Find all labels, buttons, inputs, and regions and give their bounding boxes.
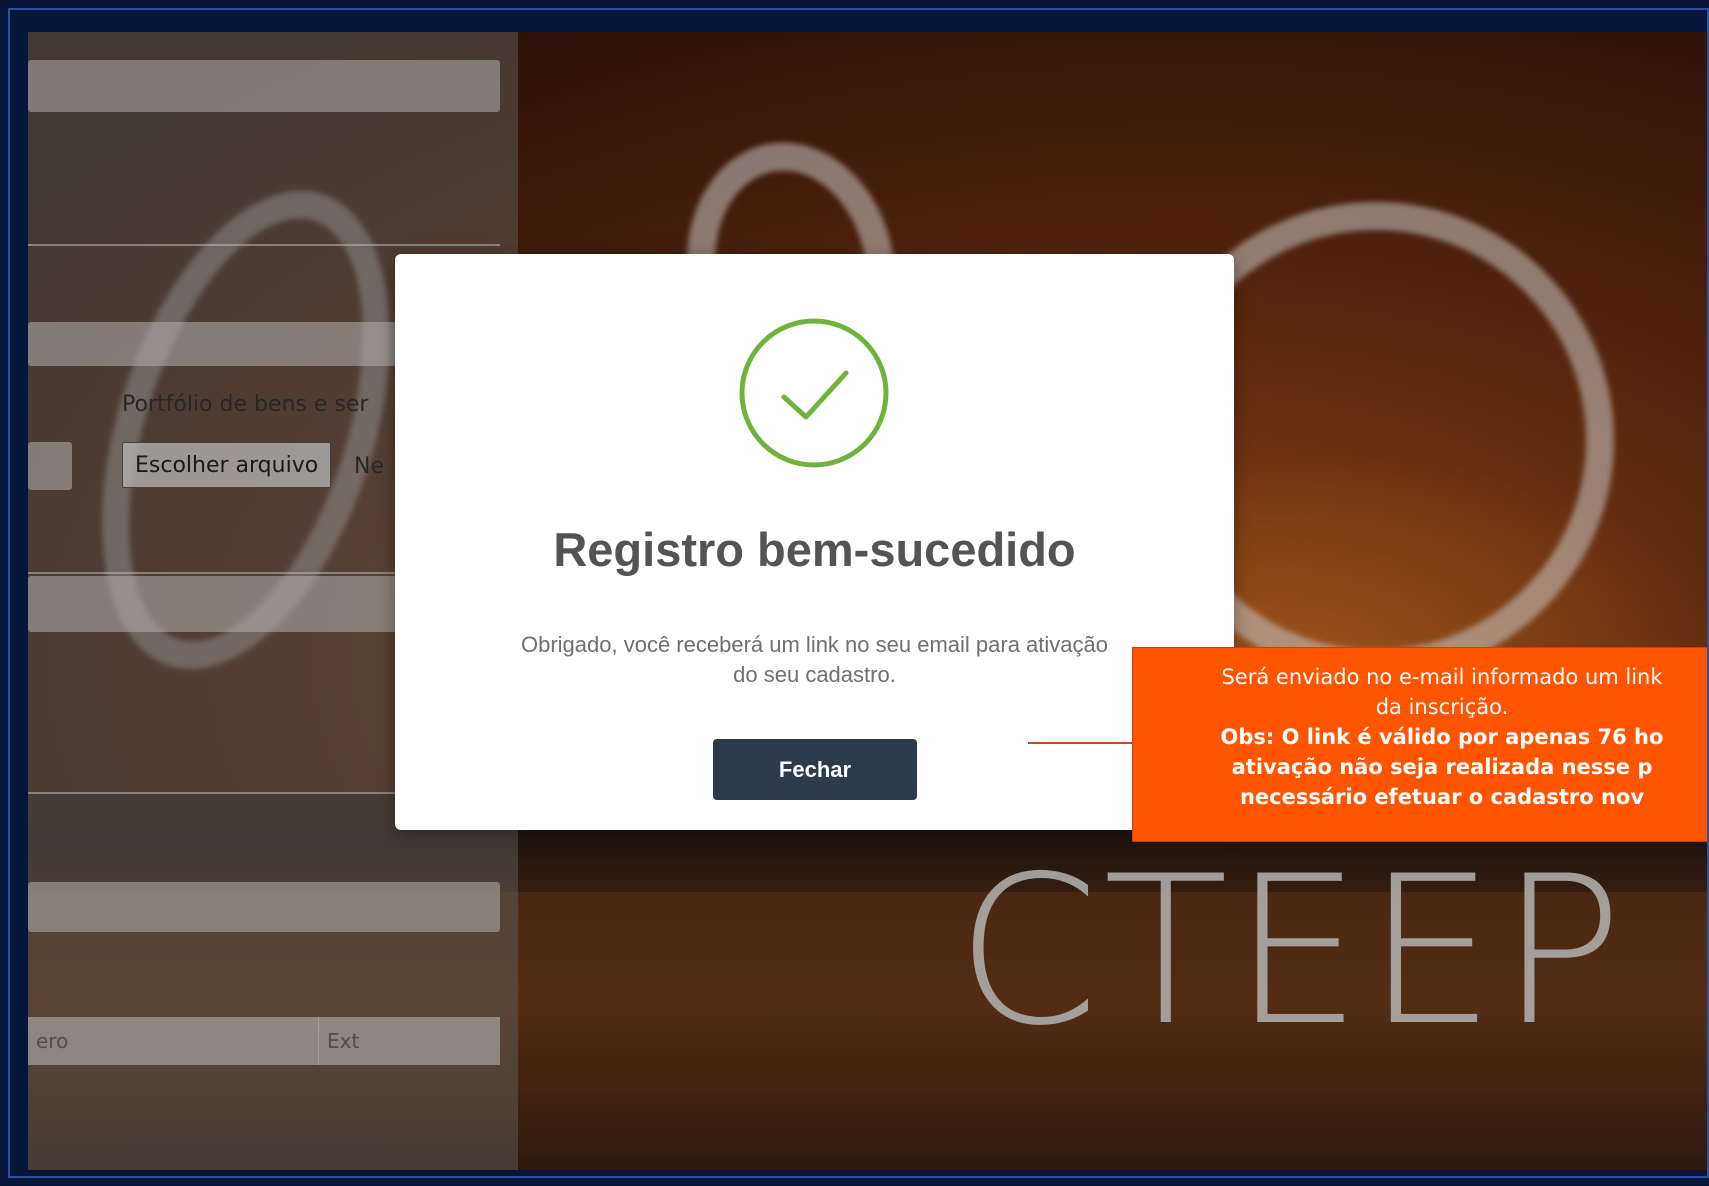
- callout-bold-line: ativação não seja realizada nesse p: [1231, 755, 1653, 779]
- close-button[interactable]: Fechar: [713, 739, 917, 800]
- modal-message-line: Obrigado, você receberá um link no seu e…: [521, 632, 1108, 657]
- annotation-callout: Será enviado no e-mail informado um link…: [1132, 647, 1707, 842]
- screenshot-frame: CTEEP Portfólio de bens e ser Escolher a…: [8, 8, 1709, 1178]
- modal-message: Obrigado, você receberá um link no seu e…: [435, 630, 1194, 690]
- callout-bold-line: necessário efetuar o cadastro nov: [1239, 785, 1645, 809]
- modal-title: Registro bem-sucedido: [553, 523, 1076, 576]
- check-circle-icon: [739, 318, 889, 468]
- modal-message-line: do seu cadastro.: [733, 662, 896, 687]
- callout-line: Será enviado no e-mail informado um link: [1221, 665, 1663, 689]
- callout-connector: [1028, 742, 1136, 744]
- callout-bold-line: Obs: O link é válido por apenas 76 ho: [1220, 725, 1664, 749]
- callout-line: da inscrição.: [1375, 695, 1509, 719]
